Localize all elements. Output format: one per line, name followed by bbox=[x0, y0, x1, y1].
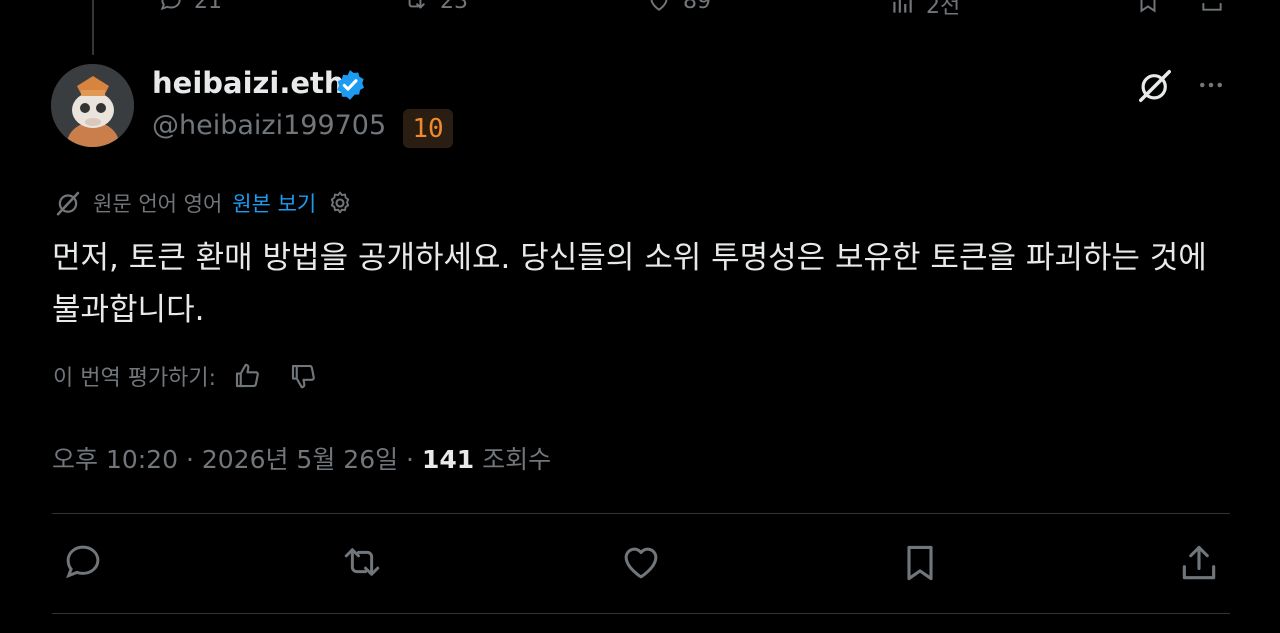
divider bbox=[52, 513, 1230, 514]
views-icon bbox=[888, 0, 916, 17]
reply-button[interactable] bbox=[62, 541, 104, 583]
prev-views-action[interactable]: 2천 bbox=[888, 0, 960, 20]
show-original-link[interactable]: 원본 보기 bbox=[232, 188, 316, 218]
thread-line bbox=[92, 0, 94, 55]
tweet-text: 먼저, 토큰 환매 방법을 공개하세요. 당신들의 소위 투명성은 보유한 토큰… bbox=[52, 240, 1207, 328]
thumbs-down-icon[interactable] bbox=[288, 361, 318, 391]
repost-button[interactable] bbox=[339, 541, 385, 583]
share-button[interactable] bbox=[1177, 541, 1221, 585]
level-badge: 10 bbox=[403, 109, 453, 148]
like-icon bbox=[624, 547, 658, 579]
meta-separator: · bbox=[185, 445, 194, 474]
like-icon bbox=[645, 0, 673, 14]
share-icon bbox=[1182, 545, 1216, 580]
prev-repost-count: 23 bbox=[440, 0, 468, 14]
prev-bookmark-icon[interactable] bbox=[1134, 0, 1162, 14]
display-name[interactable]: heibaizi.eth bbox=[152, 66, 345, 100]
translation-source-label: 원문 언어 영어 bbox=[93, 192, 223, 216]
tweet-time[interactable]: 오후 10:20 bbox=[52, 445, 178, 474]
prev-views-count: 2천 bbox=[926, 0, 961, 19]
bookmark-button[interactable] bbox=[898, 541, 942, 585]
translate-icon bbox=[53, 188, 83, 218]
prev-like-count: 89 bbox=[683, 0, 711, 14]
gear-icon[interactable] bbox=[326, 189, 354, 217]
grok-icon[interactable] bbox=[1136, 67, 1174, 105]
more-icon[interactable] bbox=[1194, 70, 1228, 100]
reply-icon bbox=[158, 0, 184, 14]
meta-separator: · bbox=[406, 445, 414, 474]
user-handle[interactable]: @heibaizi199705 bbox=[152, 110, 386, 141]
thumbs-up-icon[interactable] bbox=[232, 361, 262, 391]
prev-reply-count: 21 bbox=[194, 0, 222, 14]
like-button[interactable] bbox=[619, 541, 663, 583]
tweet-date[interactable]: 2026년 5월 26일 bbox=[202, 445, 398, 474]
prev-like-action[interactable]: 89 bbox=[645, 0, 711, 14]
avatar[interactable] bbox=[51, 64, 134, 147]
prev-share-icon[interactable] bbox=[1198, 0, 1226, 14]
verified-badge-icon[interactable] bbox=[333, 68, 367, 102]
views-label: 조회수 bbox=[482, 445, 552, 474]
views-count: 141 bbox=[421, 445, 475, 474]
repost-icon bbox=[400, 0, 430, 14]
divider bbox=[52, 613, 1230, 614]
rate-translation-label: 이 번역 평가하기: bbox=[53, 366, 217, 391]
reply-icon bbox=[66, 545, 100, 579]
prev-reply-action[interactable]: 21 bbox=[158, 0, 222, 14]
prev-repost-action[interactable]: 23 bbox=[400, 0, 468, 14]
bookmark-icon bbox=[907, 545, 933, 581]
repost-icon bbox=[344, 548, 380, 576]
